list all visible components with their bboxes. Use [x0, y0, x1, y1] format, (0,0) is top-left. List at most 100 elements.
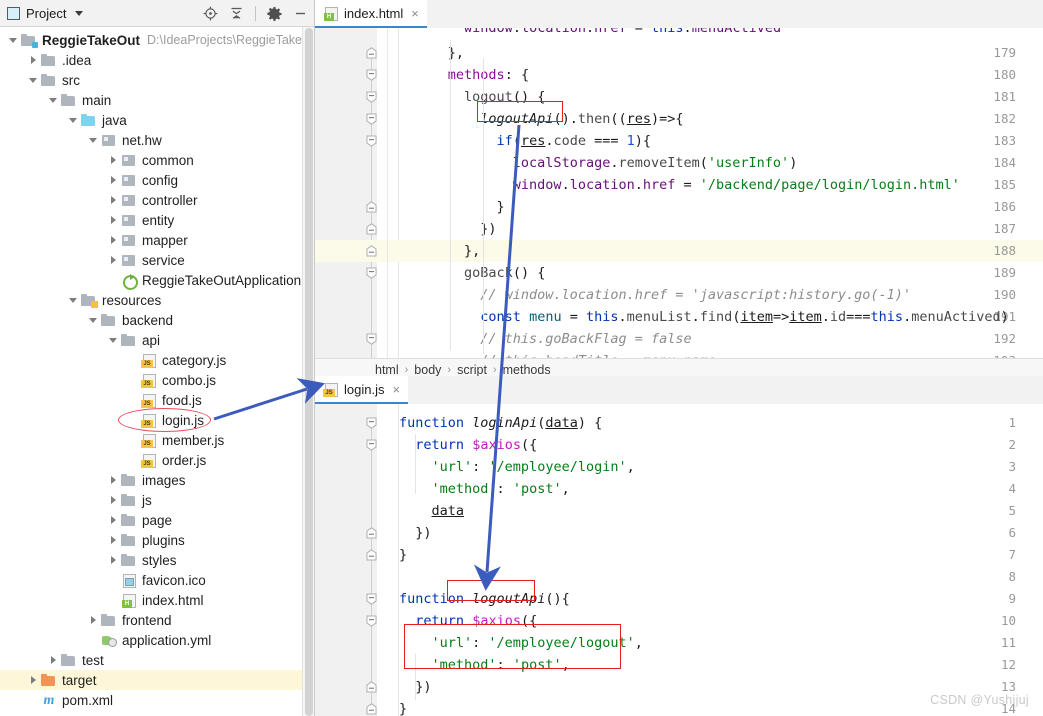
chevron-down-icon[interactable] [48, 95, 59, 106]
gutter-fold-bottom[interactable] [377, 404, 399, 716]
fold-start-icon[interactable] [366, 262, 377, 284]
chevron-right-icon[interactable] [108, 175, 119, 186]
tree-item-resources[interactable]: resources [0, 290, 314, 310]
chevron-right-icon[interactable] [108, 535, 119, 546]
tree-item-favicon-ico[interactable]: favicon.ico [0, 570, 314, 590]
breadcrumb-item-script[interactable]: script [457, 363, 487, 377]
tree-item-pom-xml[interactable]: m pom.xml [0, 690, 314, 710]
chevron-down-icon[interactable] [88, 135, 99, 146]
code-content-top[interactable]: }, methods: { logout() { logoutApi().the… [399, 28, 1043, 358]
chevron-right-icon[interactable] [108, 235, 119, 246]
tree-item-application-yml[interactable]: application.yml [0, 630, 314, 650]
tree-item-images[interactable]: images [0, 470, 314, 490]
chevron-right-icon[interactable] [108, 475, 119, 486]
tree-item-mapper[interactable]: mapper [0, 230, 314, 250]
tree-item-styles[interactable]: styles [0, 550, 314, 570]
chevron-right-icon[interactable] [88, 615, 99, 626]
close-icon[interactable]: × [392, 382, 400, 397]
tree-item-category-js[interactable]: category.js [0, 350, 314, 370]
fold-end-icon[interactable] [366, 698, 377, 716]
chevron-right-icon[interactable] [108, 515, 119, 526]
chevron-right-icon[interactable] [108, 195, 119, 206]
chevron-down-icon[interactable] [28, 75, 39, 86]
editor-bottom[interactable]: 1 2 3 4 5 6 7 8 9 10 11 12 13 14 function loginApi(da… [315, 404, 1043, 716]
tree-item-frontend[interactable]: frontend [0, 610, 314, 630]
fold-start-icon[interactable] [366, 434, 377, 456]
tree-item-net-hw[interactable]: net.hw [0, 130, 314, 150]
fold-end-icon[interactable] [366, 196, 377, 218]
chevron-down-icon[interactable] [68, 115, 79, 126]
chevron-right-icon[interactable] [28, 675, 39, 686]
tree-item-config[interactable]: config [0, 170, 314, 190]
chevron-right-icon[interactable] [108, 155, 119, 166]
chevron-right-icon[interactable] [28, 55, 39, 66]
chevron-down-icon[interactable] [8, 35, 19, 46]
tree-item-page[interactable]: page [0, 510, 314, 530]
fold-start-icon[interactable] [366, 86, 377, 108]
tree-item-service[interactable]: service [0, 250, 314, 270]
fold-end-icon[interactable] [366, 544, 377, 566]
gear-icon[interactable] [267, 6, 282, 21]
scrollbar-thumb[interactable] [305, 28, 313, 716]
minimize-icon[interactable] [293, 6, 308, 21]
tree-item--idea[interactable]: .idea [0, 50, 314, 70]
fold-end-icon[interactable] [366, 240, 377, 262]
fold-start-icon[interactable] [366, 610, 377, 632]
fold-end-icon[interactable] [366, 676, 377, 698]
collapse-all-icon[interactable] [229, 6, 244, 21]
fold-end-icon[interactable] [366, 522, 377, 544]
tree-item-combo-js[interactable]: combo.js [0, 370, 314, 390]
tree-item-plugins[interactable]: plugins [0, 530, 314, 550]
breadcrumb-item-body[interactable]: body [414, 363, 441, 377]
fold-start-icon[interactable] [366, 108, 377, 130]
tree-item-common[interactable]: common [0, 150, 314, 170]
editor-top[interactable]: 179 180 181 182 183 184 185 186 187 188 189 190 191 1… [315, 28, 1043, 358]
tree-item-controller[interactable]: controller [0, 190, 314, 210]
tree-item-login-js[interactable]: login.js [0, 410, 314, 430]
project-title-button[interactable]: Project [7, 6, 84, 21]
tree-item-backend[interactable]: backend [0, 310, 314, 330]
chevron-right-icon[interactable] [108, 495, 119, 506]
fold-end-icon[interactable] [366, 42, 377, 64]
tree-item-entity[interactable]: entity [0, 210, 314, 230]
tree-item-main[interactable]: main [0, 90, 314, 110]
tree-item-member-js[interactable]: member.js [0, 430, 314, 450]
fold-end-icon[interactable] [366, 218, 377, 240]
tree-item-food-js[interactable]: food.js [0, 390, 314, 410]
tree-item-order-js[interactable]: order.js [0, 450, 314, 470]
tree-item-java[interactable]: java [0, 110, 314, 130]
tree-item-api[interactable]: api [0, 330, 314, 350]
fold-start-icon[interactable] [366, 130, 377, 152]
project-toolbar: Project [0, 0, 314, 27]
fold-start-icon[interactable] [366, 588, 377, 610]
fold-start-icon[interactable] [366, 64, 377, 86]
chevron-down-icon[interactable] [88, 315, 99, 326]
chevron-right-icon[interactable] [108, 555, 119, 566]
close-icon[interactable]: × [411, 6, 419, 21]
gutter-fold-top[interactable] [377, 28, 399, 358]
tab-login-js[interactable]: login.js × [315, 376, 409, 404]
fold-start-icon[interactable] [366, 412, 377, 434]
chevron-down-icon[interactable] [75, 10, 84, 16]
code-content-bottom[interactable]: function loginApi(data) { return $axios(… [399, 404, 1043, 716]
tab-index-html[interactable]: index.html × [315, 0, 427, 28]
chevron-down-icon[interactable] [68, 295, 79, 306]
locate-icon[interactable] [203, 6, 218, 21]
chevron-right-icon[interactable] [48, 655, 59, 666]
tree-item-target[interactable]: target [0, 670, 314, 690]
breadcrumb-item-methods[interactable]: methods [503, 363, 551, 377]
fold-start-icon[interactable] [366, 328, 377, 350]
breadcrumb-item-html[interactable]: html [375, 363, 399, 377]
chevron-down-icon[interactable] [108, 335, 119, 346]
tree-item-reggietakeoutapplication[interactable]: ReggieTakeOutApplication [0, 270, 314, 290]
tree-item-test[interactable]: test [0, 650, 314, 670]
tree-item-js[interactable]: js [0, 490, 314, 510]
project-tree-scrollbar[interactable] [302, 27, 314, 716]
tree-item-reggietakeout[interactable]: ReggieTakeOut D:\IdeaProjects\ReggieTakeO [0, 30, 314, 50]
chevron-right-icon[interactable] [108, 255, 119, 266]
html-file-icon [323, 6, 339, 21]
project-tree[interactable]: ReggieTakeOut D:\IdeaProjects\ReggieTakeO… [0, 27, 314, 716]
chevron-right-icon[interactable] [108, 215, 119, 226]
tree-item-src[interactable]: src [0, 70, 314, 90]
tree-item-index-html[interactable]: index.html [0, 590, 314, 610]
